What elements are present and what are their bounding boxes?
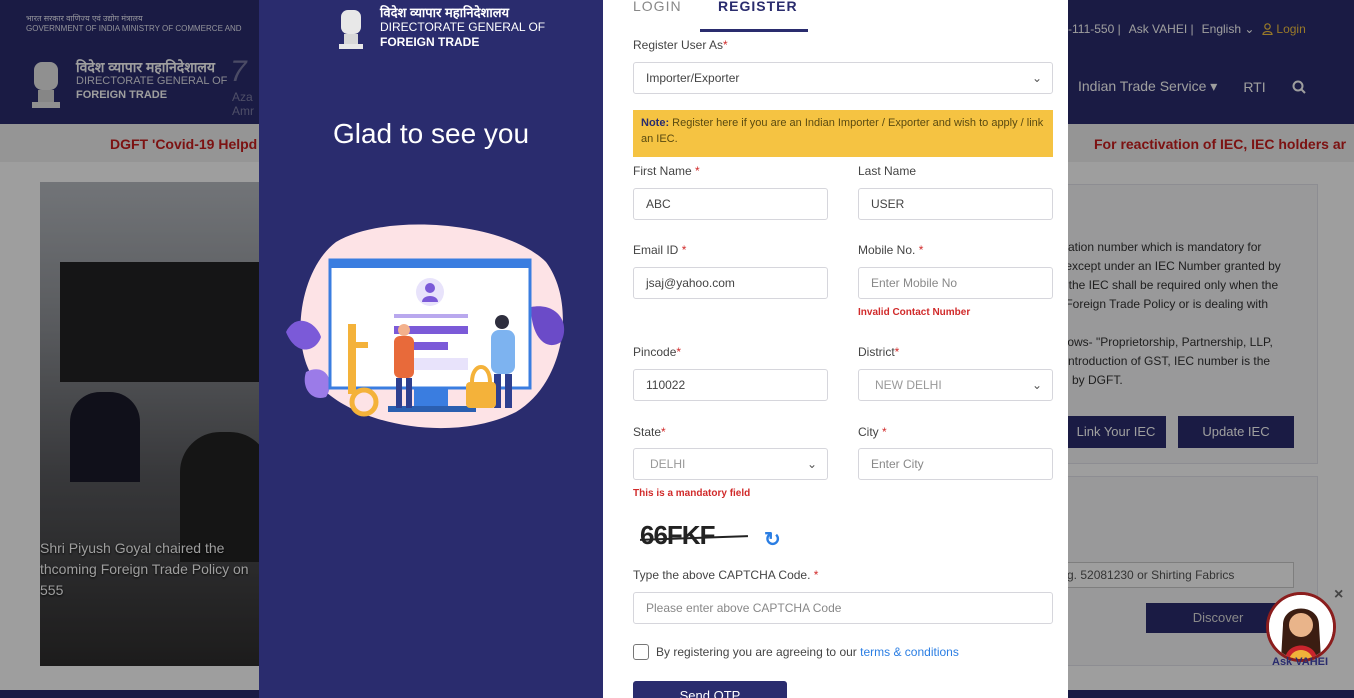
first-name-field[interactable]: ABC: [633, 188, 828, 220]
captcha-input[interactable]: Please enter above CAPTCHA Code: [633, 592, 1053, 624]
city-label: City *: [858, 425, 887, 439]
chevron-down-icon: ⌄: [806, 457, 817, 471]
email-label-text: Email ID: [633, 243, 679, 257]
state-select[interactable]: DELHI ⌄: [633, 448, 828, 480]
terms-agreement-text: By registering you are agreeing to our: [656, 645, 861, 659]
chevron-down-icon: ⌄: [1031, 378, 1042, 392]
captcha-label: Type the above CAPTCHA Code. *: [633, 568, 818, 582]
required-asterisk: *: [918, 243, 924, 257]
required-asterisk: *: [681, 243, 687, 257]
email-label: Email ID *: [633, 243, 686, 257]
state-label-text: State: [633, 425, 662, 439]
captcha-image: 66FKF: [640, 520, 715, 550]
district-select[interactable]: NEW DELHI ⌄: [858, 369, 1053, 401]
modal-brand: विदेश व्यापार महानिदेशालय DIRECTORATE GE…: [380, 5, 545, 50]
ask-vahei-label[interactable]: Ask VAHEI: [1272, 656, 1328, 668]
mobile-error: Invalid Contact Number: [858, 307, 971, 318]
welcome-heading: Glad to see you: [332, 118, 530, 149]
required-asterisk: *: [882, 425, 887, 439]
mobile-label-text: Mobile No.: [858, 243, 916, 257]
district-value: NEW DELHI: [875, 378, 942, 392]
required-asterisk: *: [661, 425, 666, 439]
register-as-select[interactable]: Importer/Exporter ⌄: [633, 62, 1053, 94]
city-field[interactable]: Enter City: [858, 448, 1053, 480]
required-asterisk: *: [813, 568, 819, 582]
active-tab-indicator: [700, 29, 808, 32]
tab-login[interactable]: LOGIN: [633, 0, 682, 14]
emblem-logo-icon: [339, 10, 363, 49]
register-as-label-text: Register User As: [633, 38, 724, 52]
first-name-label-text: First Name: [633, 164, 692, 178]
note-banner: Note: Register here if you are an Indian…: [633, 110, 1053, 157]
pincode-label-text: Pincode: [633, 345, 677, 359]
required-asterisk: *: [695, 164, 700, 178]
pincode-label: Pincode*: [633, 345, 681, 359]
first-name-label: First Name *: [633, 164, 700, 178]
tab-register[interactable]: REGISTER: [718, 0, 798, 14]
city-label-text: City: [858, 425, 879, 439]
required-asterisk: *: [723, 38, 728, 52]
modal-brand-hindi: विदेश व्यापार महानिदेशालय: [380, 5, 510, 20]
state-label: State*: [633, 425, 666, 439]
chatbot-avatar-icon: [1269, 595, 1333, 659]
register-as-value: Importer/Exporter: [646, 71, 740, 85]
modal-brand-line2: FOREIGN TRADE: [380, 35, 480, 49]
state-error: This is a mandatory field: [633, 488, 751, 499]
registration-illustration: [286, 224, 565, 429]
terms-agreement: By registering you are agreeing to our t…: [656, 645, 959, 659]
email-field[interactable]: jsaj@yahoo.com: [633, 267, 828, 299]
captcha-label-text: Type the above CAPTCHA Code.: [633, 568, 811, 582]
pincode-field[interactable]: 110022: [633, 369, 828, 401]
last-name-label: Last Name: [858, 164, 917, 178]
modal-brand-line1: DIRECTORATE GENERAL OF: [380, 20, 546, 34]
mobile-field[interactable]: Enter Mobile No: [858, 267, 1053, 299]
note-text: Register here if you are an Indian Impor…: [641, 117, 1044, 145]
send-otp-button[interactable]: Send OTP: [633, 681, 787, 698]
close-icon[interactable]: ×: [1334, 586, 1343, 604]
last-name-field[interactable]: USER: [858, 188, 1053, 220]
refresh-icon[interactable]: ↻: [764, 527, 781, 552]
chevron-down-icon: ⌄: [1031, 71, 1042, 85]
state-value: DELHI: [650, 457, 686, 471]
register-as-label: Register User As*: [633, 38, 728, 52]
required-asterisk: *: [676, 345, 682, 359]
terms-link[interactable]: terms & conditions: [860, 645, 959, 659]
district-label: District*: [858, 345, 899, 359]
required-asterisk: *: [894, 345, 900, 359]
ask-vahei-avatar[interactable]: [1266, 592, 1336, 662]
mobile-label: Mobile No. *: [858, 243, 923, 257]
note-title: Note:: [641, 117, 670, 129]
district-label-text: District: [858, 345, 895, 359]
terms-checkbox[interactable]: [633, 644, 649, 660]
